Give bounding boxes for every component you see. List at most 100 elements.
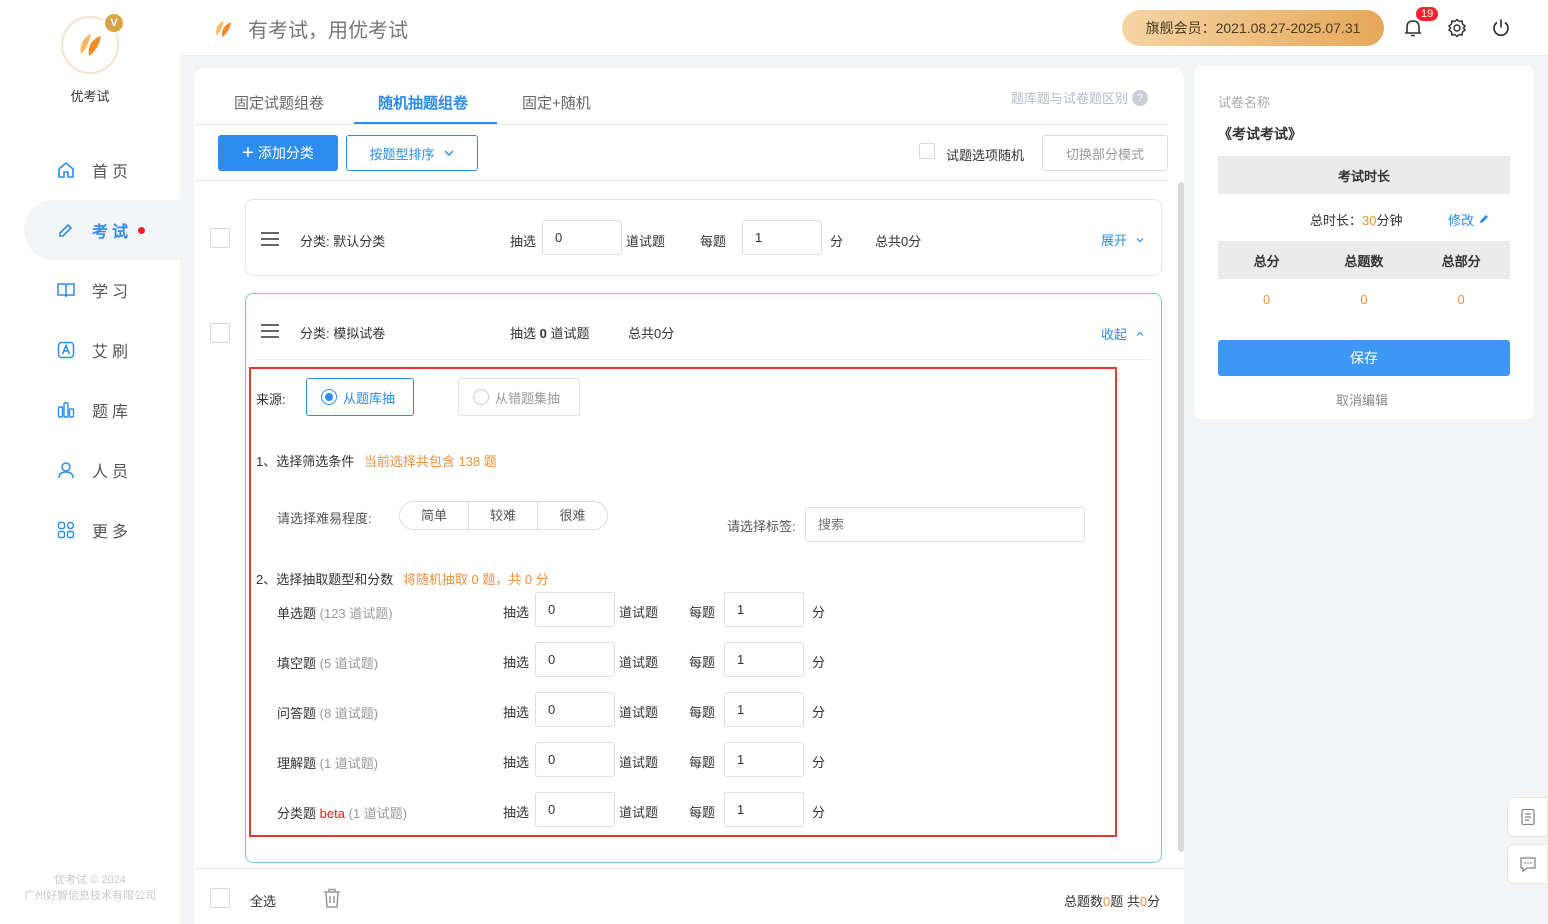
main-panel: 固定试题组卷 随机抽题组卷 固定+随机 题库题与试卷题区别 ? + 添加分类 按… — [194, 68, 1184, 924]
user-icon — [56, 460, 76, 480]
slogan: 有考试，用优考试 — [212, 14, 408, 43]
edit-label: 修改 — [1448, 213, 1475, 228]
random-options-checkbox[interactable] — [919, 143, 935, 159]
random-options-label: 试题选项随机 — [946, 148, 1025, 163]
per-score-input[interactable]: 1 — [724, 642, 804, 677]
drag-handle-icon[interactable] — [261, 324, 279, 338]
nav-item-users[interactable]: 人员 — [0, 440, 180, 500]
type-count: (123 道试题) — [319, 606, 393, 621]
per-score-input[interactable]: 1 — [742, 220, 822, 255]
difficulty-label: 请选择难易程度: — [277, 511, 372, 526]
step2-note: 将随机抽取 0 题，共 0 分 — [402, 572, 549, 587]
nav-item-home[interactable]: 首页 — [0, 140, 180, 200]
help-link[interactable]: 题库题与试卷题区别 ? — [1011, 88, 1148, 107]
duration-text: 总时长：30分钟 — [1310, 210, 1403, 229]
chat-float-button[interactable] — [1507, 844, 1548, 884]
unit-label: 道试题 — [626, 234, 666, 249]
select-all-label: 全选 — [250, 894, 277, 909]
nav-item-label: 人员 — [92, 464, 133, 481]
paper-name: 《考试考试》 — [1218, 126, 1302, 142]
expand-toggle[interactable]: 展开 — [1101, 230, 1145, 249]
summary-mid: 题 共 — [1110, 894, 1140, 909]
unit-label: 道试题 — [619, 655, 659, 670]
nav-item-more[interactable]: 更多 — [0, 500, 180, 560]
drag-handle-icon[interactable] — [261, 232, 279, 246]
radio-unselected-icon — [473, 389, 489, 405]
document-icon — [1520, 808, 1535, 826]
nav-item-study[interactable]: 学习 — [0, 260, 180, 320]
nav-item-label: 更多 — [92, 524, 133, 541]
cancel-edit-link[interactable]: 取消编辑 — [1336, 390, 1388, 409]
chevron-down-icon — [1136, 238, 1144, 243]
nav-item-label: 题库 — [92, 404, 133, 421]
type-label: 填空题 (5 道试题) — [277, 653, 378, 672]
col-total-score: 总分 — [1253, 253, 1280, 269]
source-label: 来源: — [256, 392, 286, 407]
draw-count-input[interactable]: 0 — [535, 592, 615, 627]
trash-icon[interactable] — [322, 887, 342, 909]
category-checkbox[interactable] — [210, 323, 230, 343]
draw-count-input[interactable]: 0 — [542, 220, 622, 255]
switch-mode-button[interactable]: 切换部分模式 — [1042, 135, 1168, 171]
summary-suffix: 分 — [1147, 894, 1161, 909]
summary: 总题数0题 共0分 — [1064, 891, 1160, 910]
save-button[interactable]: 保存 — [1218, 340, 1510, 376]
notification-count: 19 — [1415, 6, 1440, 22]
draw-label: 抽选 — [503, 605, 530, 620]
notification-button[interactable]: 19 — [1401, 6, 1440, 40]
home-icon — [56, 160, 76, 180]
settings-button[interactable] — [1445, 16, 1469, 40]
draw-count-input[interactable]: 0 — [535, 742, 615, 777]
plus-icon: + — [242, 142, 254, 164]
exam-icon — [56, 220, 76, 240]
leaf-logo-icon — [216, 20, 232, 37]
logout-button[interactable] — [1489, 16, 1513, 40]
add-category-label: 添加分类 — [257, 145, 314, 161]
type-label: 单选题 (123 道试题) — [277, 603, 393, 622]
per-score-input[interactable]: 1 — [724, 692, 804, 727]
type-name: 单选题 — [277, 606, 317, 621]
draw-count-input[interactable]: 0 — [535, 692, 615, 727]
nav-item-exam[interactable]: 考试 — [24, 200, 180, 260]
step1-heading: 1、选择筛选条件 当前选择共包含 138 题 — [256, 451, 497, 470]
unit-label: 道试题 — [550, 326, 590, 341]
draw-count-input[interactable]: 0 — [535, 792, 615, 827]
tab-fixed-random[interactable]: 固定+随机 — [522, 92, 591, 113]
scrollbar[interactable] — [1178, 182, 1184, 852]
copyright-line: 优考试 © 2024 — [54, 874, 126, 886]
type-count: (1 道试题) — [348, 806, 408, 821]
nav-item-practice[interactable]: 艾刷 — [0, 320, 180, 380]
pencil-icon — [1479, 215, 1488, 223]
source-wrong-option[interactable]: 从错题集抽 — [458, 378, 580, 416]
step2-heading: 2、选择抽取题型和分数 将随机抽取 0 题，共 0 分 — [256, 569, 549, 588]
type-name: 填空题 — [277, 656, 317, 671]
col-total-parts: 总部分 — [1441, 253, 1481, 269]
draw-count-input[interactable]: 0 — [535, 642, 615, 677]
edit-duration-link[interactable]: 修改 — [1448, 210, 1490, 229]
tag-label: 请选择标签: — [727, 519, 796, 534]
logo[interactable]: V — [61, 12, 125, 74]
brand-name: 优考试 — [70, 89, 110, 104]
sort-label: 按题型排序 — [369, 146, 435, 162]
type-count: (5 道试题) — [319, 656, 379, 671]
per-score-input[interactable]: 1 — [724, 792, 804, 827]
tab-fixed[interactable]: 固定试题组卷 — [234, 92, 324, 113]
footer-bar: 全选 总题数0题 共0分 — [194, 868, 1184, 924]
per-score-input[interactable]: 1 — [724, 742, 804, 777]
category-checkbox[interactable] — [210, 228, 230, 248]
select-all-checkbox[interactable] — [210, 888, 230, 908]
nav-item-question-bank[interactable]: 题库 — [0, 380, 180, 440]
tab-random[interactable]: 随机抽题组卷 — [378, 92, 468, 113]
collapse-toggle[interactable]: 收起 — [1101, 324, 1145, 343]
per-score-input[interactable]: 1 — [724, 592, 804, 627]
source-bank-option[interactable]: 从题库抽 — [306, 378, 414, 416]
difficulty-hard[interactable]: 很难 — [538, 502, 607, 529]
add-category-button[interactable]: + 添加分类 — [218, 135, 338, 171]
document-float-button[interactable] — [1507, 797, 1548, 837]
membership-badge[interactable]: 旗舰会员：2021.08.27-2025.07.31 — [1122, 10, 1384, 46]
sort-by-type-button[interactable]: 按题型排序 — [346, 135, 478, 171]
tag-search-input[interactable] — [805, 507, 1085, 542]
difficulty-medium[interactable]: 较难 — [469, 502, 538, 529]
company-line: 广州好智信息技术有限公司 — [24, 890, 156, 902]
difficulty-easy[interactable]: 简单 — [400, 502, 469, 529]
